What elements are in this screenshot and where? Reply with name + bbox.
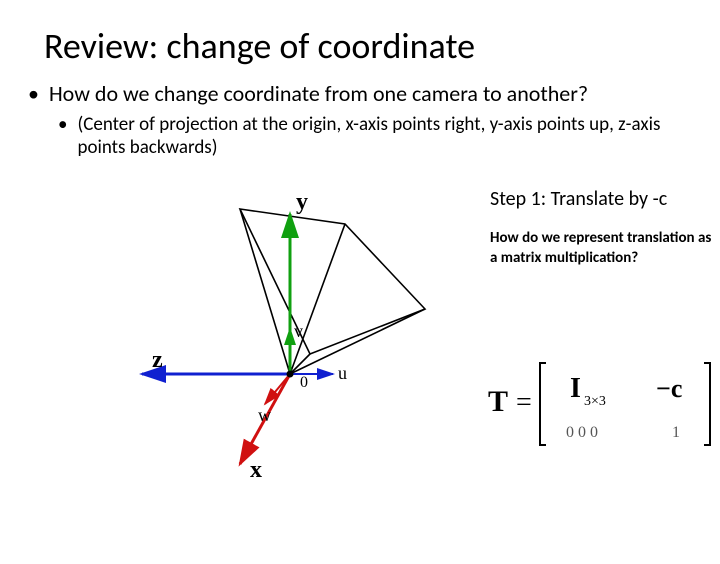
y-label: y — [296, 189, 308, 215]
content-row: y x z u v w 0 Step 1: Translate by -c Ho… — [0, 169, 720, 489]
bullet-dot: • — [28, 80, 39, 107]
frustum-wireframe — [240, 209, 425, 374]
matrix-row-one: 1 — [672, 424, 680, 441]
matrix-eq-sign: = — [516, 387, 532, 418]
bullet2-text: (Center of projection at the origin, x-a… — [77, 113, 692, 159]
u-label: u — [338, 363, 347, 383]
matrix-I-dim: 3×3 — [584, 394, 606, 409]
origin-label: 0 — [300, 374, 308, 391]
bullet-level1: • How do we change coordinate from one c… — [28, 80, 692, 107]
x-label: x — [250, 457, 262, 479]
matrix-T: T — [488, 385, 508, 418]
slide-title: Review: change of coordinate — [44, 24, 720, 68]
w-label: w — [258, 405, 271, 425]
v-label: v — [294, 321, 303, 341]
matrix-negc: −c — [656, 374, 682, 403]
question-text: How do we represent translation as a mat… — [490, 229, 720, 268]
matrix-equation: T = I 3×3 −c 0 0 0 1 — [480, 349, 720, 459]
step-text: Step 1: Translate by -c — [490, 187, 720, 211]
origin-point — [287, 371, 294, 378]
right-column: Step 1: Translate by -c How do we repres… — [490, 187, 720, 286]
matrix-row-zeros: 0 0 0 — [566, 424, 598, 441]
bullet1-text: How do we change coordinate from one cam… — [49, 80, 588, 107]
bullet-dot: • — [58, 113, 67, 159]
coordinate-diagram: y x z u v w 0 — [130, 179, 430, 479]
bullet-level2: • (Center of projection at the origin, x… — [58, 113, 692, 159]
matrix-I: I — [570, 373, 581, 404]
z-label: z — [152, 347, 163, 373]
